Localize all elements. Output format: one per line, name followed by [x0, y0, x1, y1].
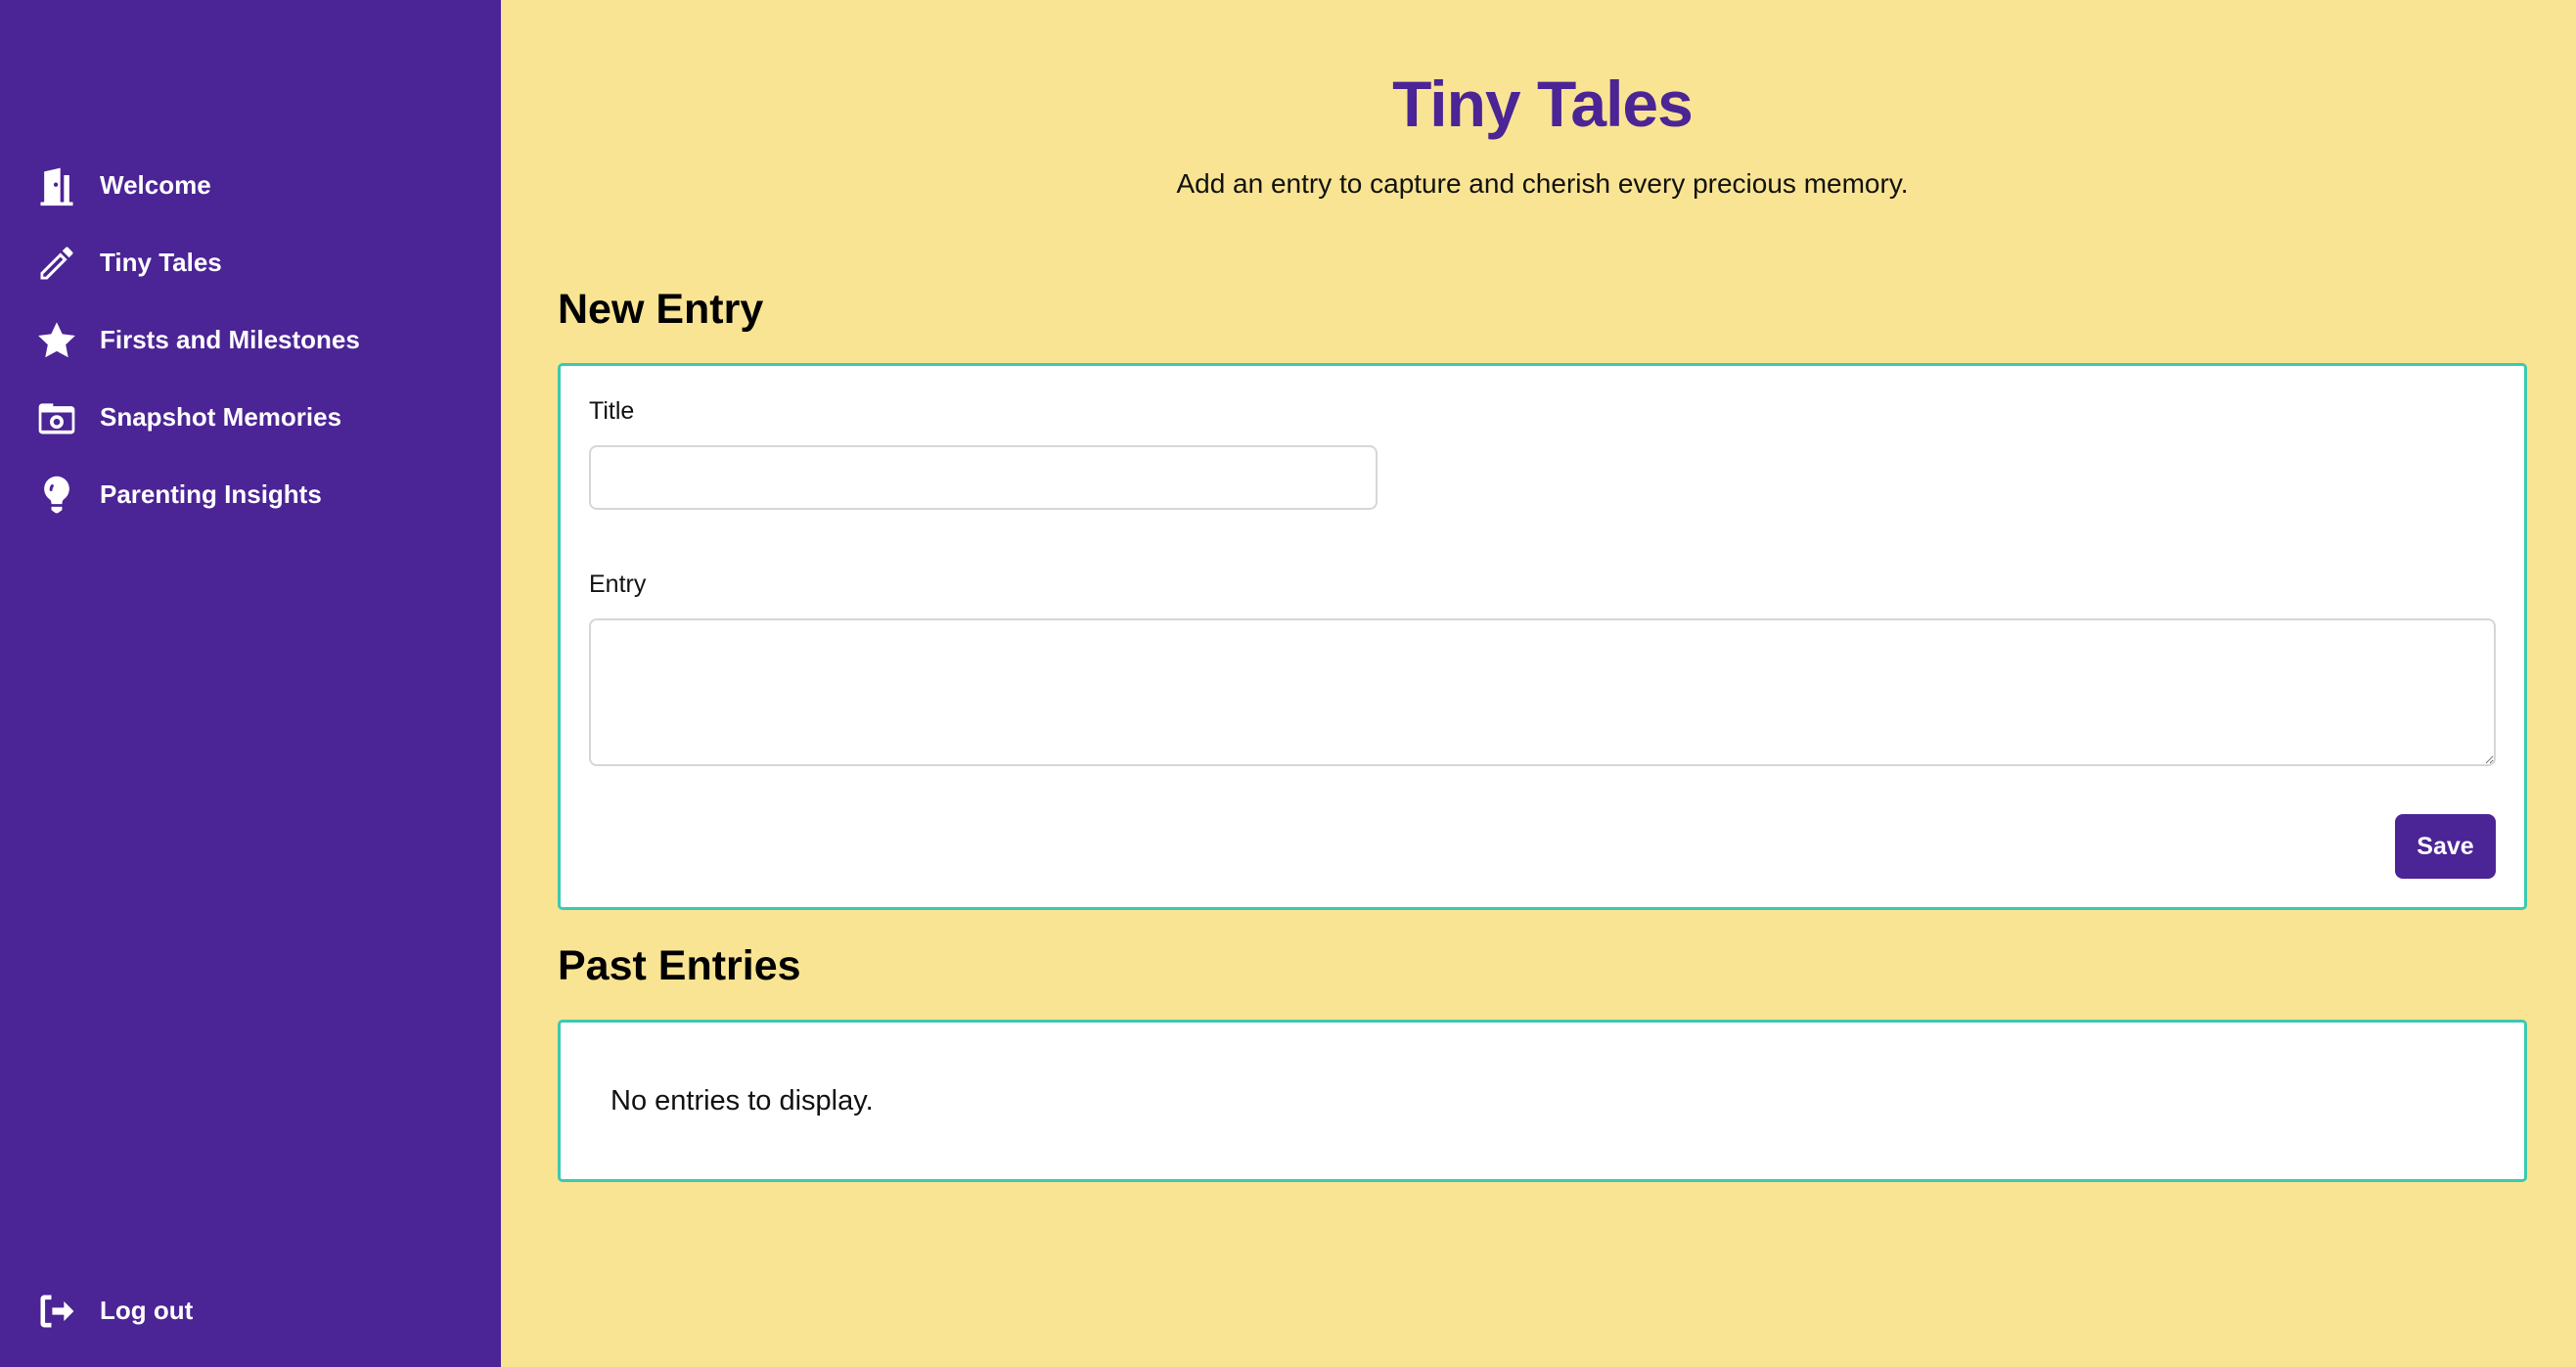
logout-icon [35, 1290, 78, 1333]
sidebar-item-tiny-tales[interactable]: Tiny Tales [0, 224, 501, 301]
entry-textarea[interactable] [589, 618, 2496, 766]
sidebar-item-parenting-insights[interactable]: Parenting Insights [0, 456, 501, 533]
sidebar-nav: Welcome Tiny Tales Firsts and Milestones… [0, 147, 501, 533]
save-button[interactable]: Save [2395, 814, 2496, 879]
empty-state-text: No entries to display. [610, 1084, 874, 1116]
past-entries-list: No entries to display. [558, 1020, 2527, 1182]
sidebar-item-label: Firsts and Milestones [100, 325, 360, 354]
page-subtitle: Add an entry to capture and cherish ever… [1176, 168, 1909, 199]
lightbulb-icon [35, 474, 78, 517]
sidebar-item-snapshot-memories[interactable]: Snapshot Memories [0, 379, 501, 456]
sidebar-item-label: Tiny Tales [100, 248, 222, 277]
door-open-icon [35, 164, 78, 207]
sidebar-item-label: Welcome [100, 170, 211, 200]
new-entry-heading: New Entry [558, 286, 764, 333]
sidebar: Welcome Tiny Tales Firsts and Milestones… [0, 0, 501, 1367]
star-icon [35, 319, 78, 362]
sidebar-item-label: Snapshot Memories [100, 402, 342, 432]
entry-label: Entry [589, 570, 647, 598]
pencil-icon [35, 242, 78, 285]
sidebar-item-firsts-and-milestones[interactable]: Firsts and Milestones [0, 301, 501, 379]
title-label: Title [589, 397, 635, 425]
sidebar-item-label: Parenting Insights [100, 479, 322, 509]
main-content: Tiny Tales Add an entry to capture and c… [501, 0, 2576, 1367]
new-entry-form: Title Entry Save [558, 363, 2527, 910]
title-input[interactable] [589, 445, 1378, 510]
past-entries-heading: Past Entries [558, 942, 801, 989]
camera-icon [35, 396, 78, 439]
logout-label: Log out [100, 1296, 194, 1325]
logout-button[interactable]: Log out [0, 1272, 501, 1349]
sidebar-item-welcome[interactable]: Welcome [0, 147, 501, 224]
page-title: Tiny Tales [1392, 68, 1694, 140]
